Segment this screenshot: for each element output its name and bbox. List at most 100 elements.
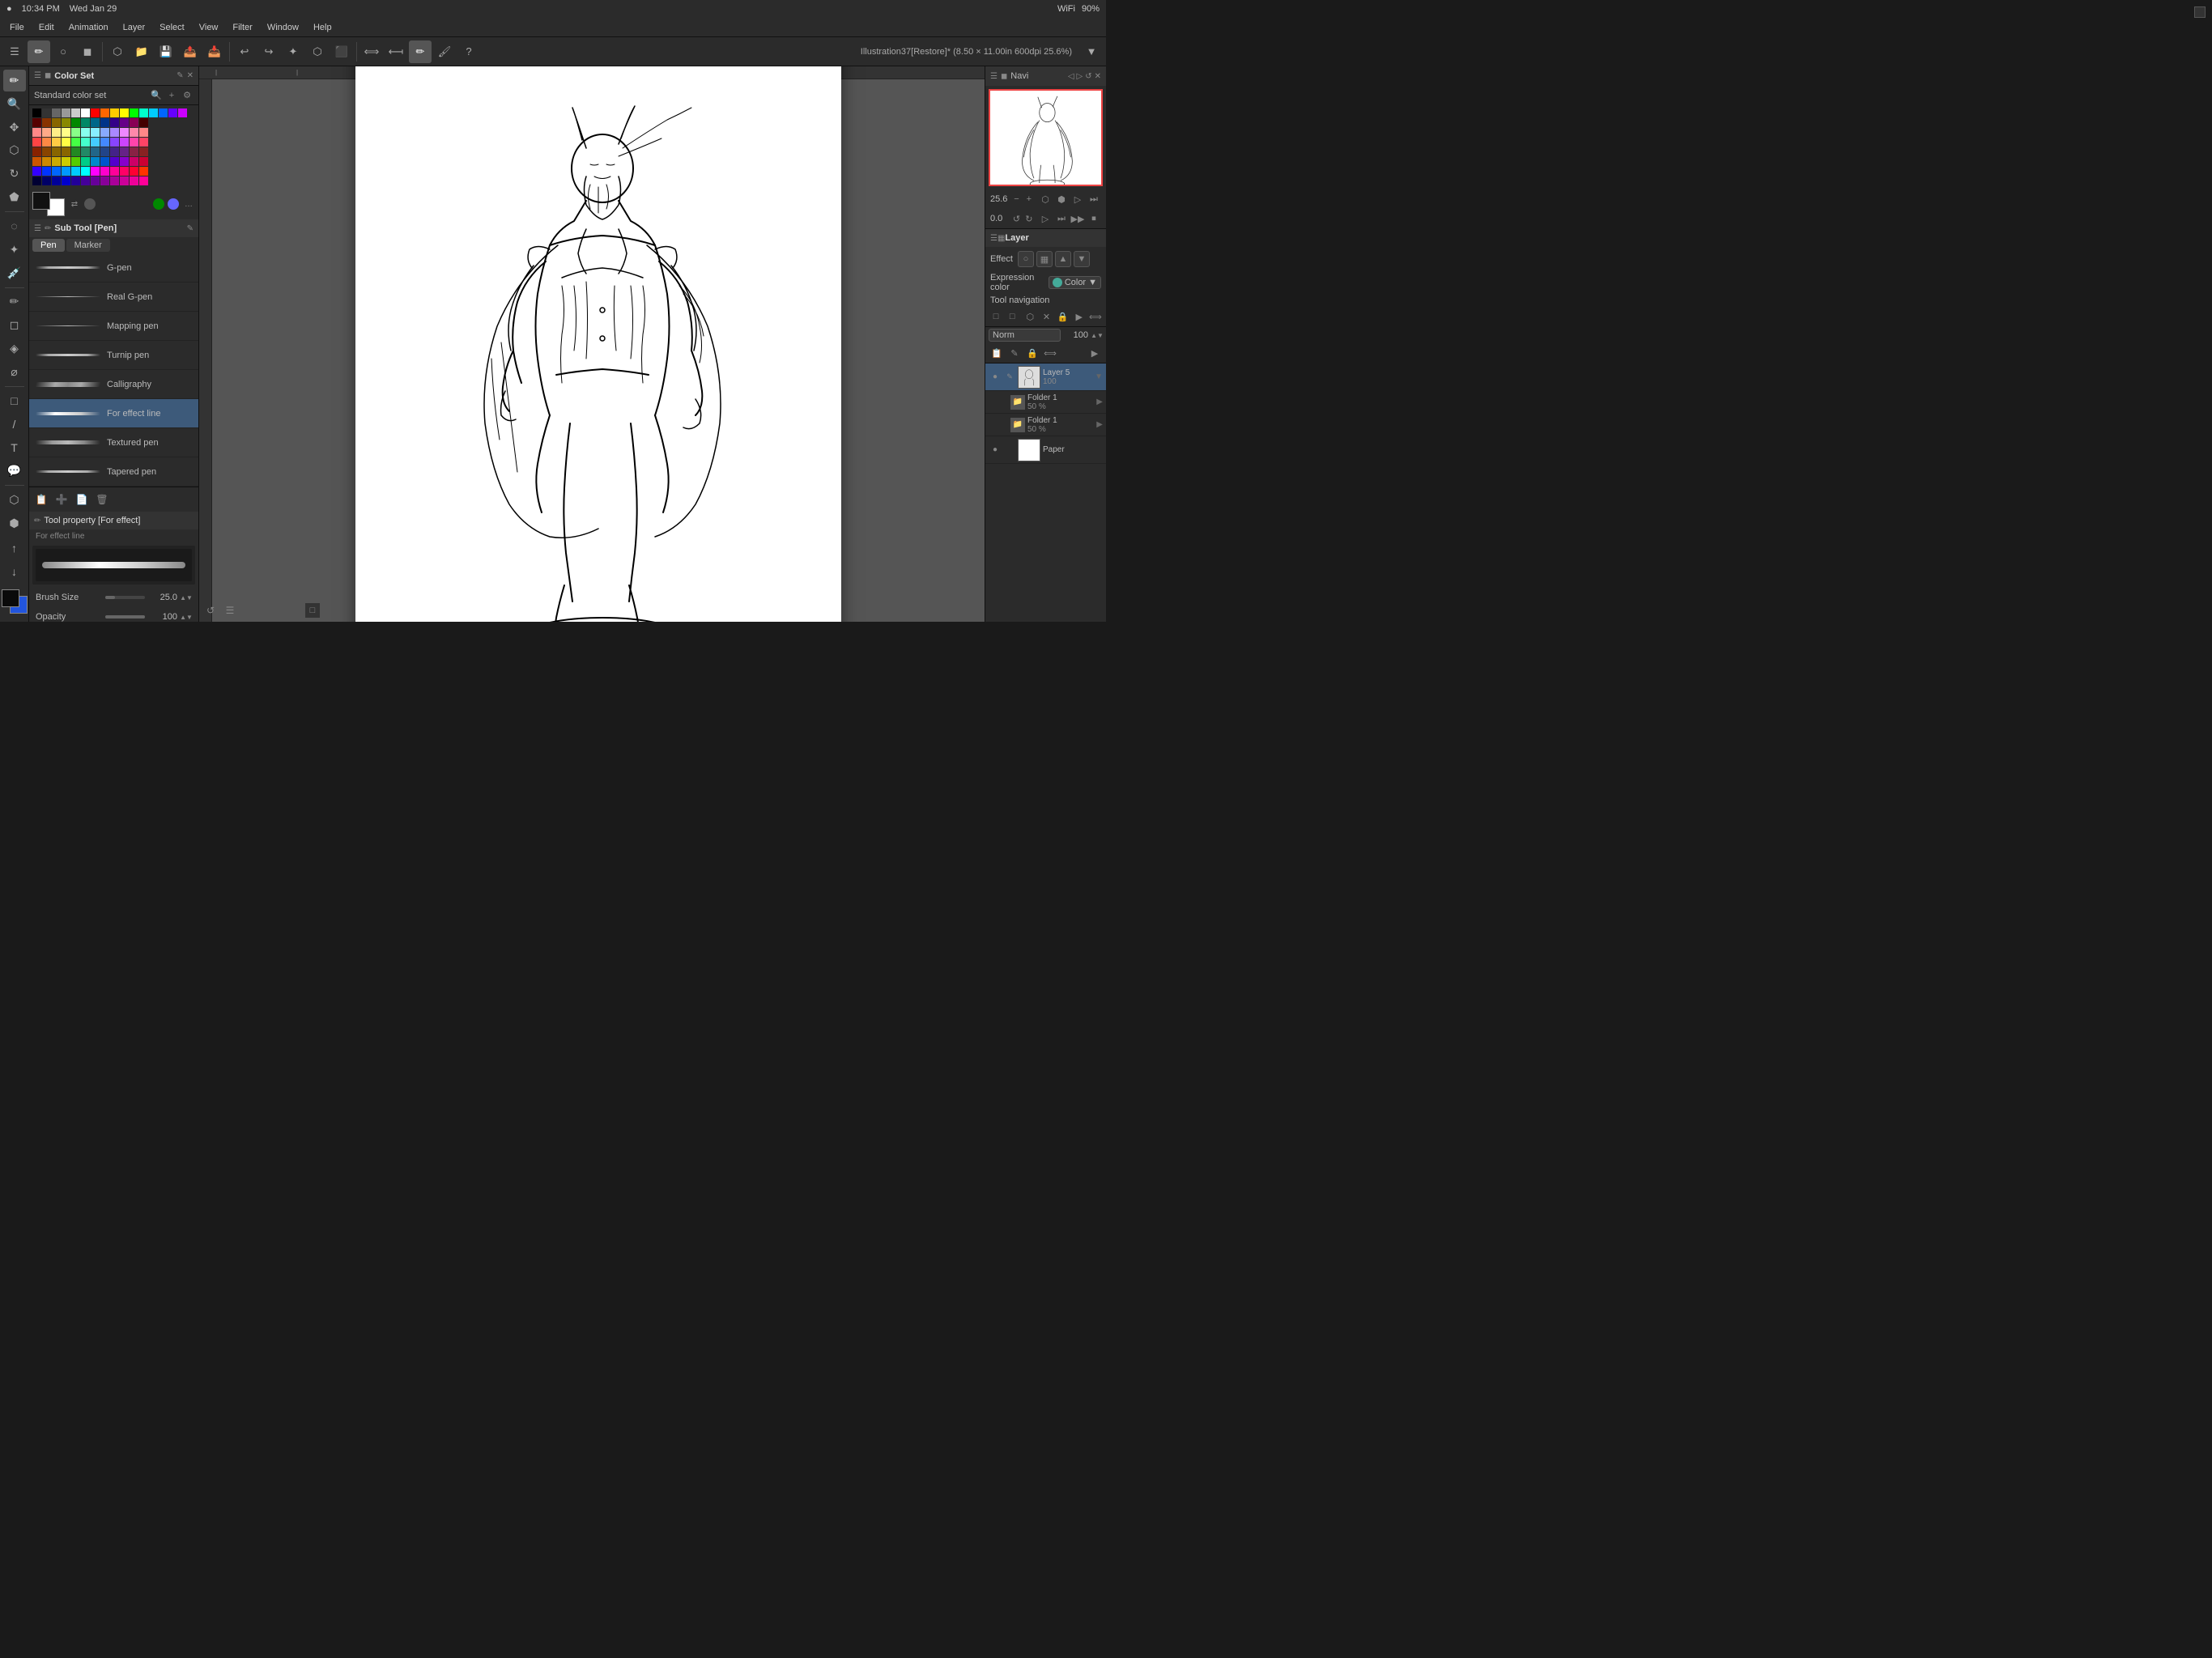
color-swatch-0-15[interactable] bbox=[178, 108, 187, 117]
folder-item-1[interactable]: 📁 Folder 1 50 % ▶ bbox=[985, 391, 1106, 414]
color-swatch-0-6[interactable] bbox=[91, 108, 100, 117]
toolbar-transform[interactable]: ⬡ bbox=[306, 40, 329, 63]
color-swatch-0-0[interactable] bbox=[32, 108, 41, 117]
color-swatch-4-1[interactable] bbox=[42, 147, 51, 156]
effect-btn-3[interactable]: ▲ bbox=[1055, 251, 1071, 267]
tab-marker[interactable]: Marker bbox=[66, 239, 110, 252]
tool-3d[interactable]: ⬡ bbox=[3, 489, 26, 511]
color-set-edit-icon[interactable]: ✎ bbox=[177, 71, 183, 80]
color-swatch-1-2[interactable] bbox=[52, 118, 61, 127]
color-swatch-5-7[interactable] bbox=[100, 157, 109, 166]
color-swatch-0-12[interactable] bbox=[149, 108, 158, 117]
color-swatch-6-3[interactable] bbox=[62, 167, 70, 176]
color-swatch-6-10[interactable] bbox=[130, 167, 138, 176]
pen-item-for-effect-line[interactable]: For effect line bbox=[29, 399, 198, 428]
layer-action-3[interactable]: 🔒 bbox=[1024, 345, 1040, 361]
color-swatch-0-3[interactable] bbox=[62, 108, 70, 117]
color-swatch-5-0[interactable] bbox=[32, 157, 41, 166]
layer-action-5[interactable]: ▶ bbox=[1087, 345, 1103, 361]
toolbar-crop[interactable]: ⬛ bbox=[330, 40, 353, 63]
color-swatch-4-11[interactable] bbox=[139, 147, 148, 156]
toolbar-expand[interactable]: ▼ bbox=[1080, 40, 1103, 63]
brush-size-slider[interactable] bbox=[105, 596, 145, 599]
layer-action-2[interactable]: ✎ bbox=[1006, 345, 1023, 361]
menu-window[interactable]: Window bbox=[261, 21, 305, 34]
color-swatch-5-3[interactable] bbox=[62, 157, 70, 166]
color-swatch-7-2[interactable] bbox=[52, 176, 61, 185]
color-swatch-3-7[interactable] bbox=[100, 138, 109, 147]
tool-navigate-prev[interactable]: ↑ bbox=[3, 538, 26, 559]
color-swatch-5-8[interactable] bbox=[110, 157, 119, 166]
color-set-add-icon[interactable]: + bbox=[165, 89, 178, 102]
color-swatch-6-4[interactable] bbox=[71, 167, 80, 176]
color-swatch-1-9[interactable] bbox=[120, 118, 129, 127]
toolbar-redo[interactable]: ↪ bbox=[257, 40, 280, 63]
layer-tb-4[interactable]: ✕ bbox=[1039, 308, 1053, 325]
pen-item-mapping-pen[interactable]: Mapping pen bbox=[29, 312, 198, 341]
color-swatch-7-6[interactable] bbox=[91, 176, 100, 185]
toolbar-fill[interactable]: ◼ bbox=[76, 40, 99, 63]
layer-action-1[interactable]: 📋 bbox=[989, 345, 1005, 361]
tool-text[interactable]: T bbox=[3, 437, 26, 459]
toolbar-import[interactable]: 📥 bbox=[203, 40, 226, 63]
color-swatch-4-2[interactable] bbox=[52, 147, 61, 156]
pen-item-textured-pen[interactable]: Textured pen bbox=[29, 428, 198, 457]
color-swatch-2-11[interactable] bbox=[139, 128, 148, 137]
toolbar-flip-v[interactable]: ⟻ bbox=[385, 40, 407, 63]
color-swatch-1-10[interactable] bbox=[130, 118, 138, 127]
toolbar-shape[interactable]: ○ bbox=[52, 40, 74, 63]
color-swatch-2-3[interactable] bbox=[62, 128, 70, 137]
tool-shape[interactable]: □ bbox=[3, 390, 26, 412]
layer-action-4[interactable]: ⟺ bbox=[1042, 345, 1058, 361]
layer-tb-7[interactable]: ⟺ bbox=[1088, 308, 1103, 325]
toolbar-pen-active[interactable]: ✏ bbox=[409, 40, 432, 63]
color-swatch-6-11[interactable] bbox=[139, 167, 148, 176]
footer-icon-4[interactable]: 🗑 bbox=[93, 491, 111, 508]
color-swatch-7-10[interactable] bbox=[130, 176, 138, 185]
color-swatch-4-6[interactable] bbox=[91, 147, 100, 156]
color-swatch-3-6[interactable] bbox=[91, 138, 100, 147]
color-swatch-0-13[interactable] bbox=[159, 108, 168, 117]
color-swatch-5-11[interactable] bbox=[139, 157, 148, 166]
layer-item-layer5[interactable]: ● ✎ Layer 5 100 ▼ bbox=[985, 363, 1106, 391]
pen-item-tapered-pen[interactable]: Tapered pen bbox=[29, 457, 198, 487]
color-swatch-3-9[interactable] bbox=[120, 138, 129, 147]
color-swatch-1-3[interactable] bbox=[62, 118, 70, 127]
color-swatch-6-2[interactable] bbox=[52, 167, 61, 176]
color-swatch-1-1[interactable] bbox=[42, 118, 51, 127]
effect-btn-1[interactable]: ○ bbox=[1018, 251, 1034, 267]
color-swatch-3-0[interactable] bbox=[32, 138, 41, 147]
color-swatch-3-10[interactable] bbox=[130, 138, 138, 147]
color-set-close-icon[interactable]: ✕ bbox=[187, 71, 194, 80]
color-swatch-3-3[interactable] bbox=[62, 138, 70, 147]
menu-layer[interactable]: Layer bbox=[117, 21, 152, 34]
color-swatch-7-0[interactable] bbox=[32, 176, 41, 185]
color-swatch-0-14[interactable] bbox=[168, 108, 177, 117]
pen-item-turnip-pen[interactable]: Turnip pen bbox=[29, 341, 198, 370]
tool-move[interactable]: ✥ bbox=[3, 117, 26, 138]
tool-search[interactable]: 🔍 bbox=[3, 93, 26, 115]
color-swatch-6-6[interactable] bbox=[91, 167, 100, 176]
color-swatch-5-2[interactable] bbox=[52, 157, 61, 166]
color-swatch-0-1[interactable] bbox=[42, 108, 51, 117]
menu-filter[interactable]: Filter bbox=[226, 21, 258, 34]
color-swatch-2-6[interactable] bbox=[91, 128, 100, 137]
color-swatch-1-4[interactable] bbox=[71, 118, 80, 127]
rotate-right-btn[interactable]: ↻ bbox=[1024, 211, 1034, 226]
color-swatch-1-11[interactable] bbox=[139, 118, 148, 127]
color-swatch-0-4[interactable] bbox=[71, 108, 80, 117]
color-swatch-5-10[interactable] bbox=[130, 157, 138, 166]
tool-draw[interactable]: ✏ bbox=[3, 291, 26, 313]
nav-btn-8[interactable]: ⏹ bbox=[1087, 211, 1101, 226]
color-swatch-7-7[interactable] bbox=[100, 176, 109, 185]
canvas-area[interactable]: | | | bbox=[199, 66, 985, 622]
color-swatch-3-11[interactable] bbox=[139, 138, 148, 147]
nav-btn-2[interactable]: ⬢ bbox=[1054, 192, 1069, 206]
color-swatch-2-1[interactable] bbox=[42, 128, 51, 137]
tool-balloon[interactable]: 💬 bbox=[3, 460, 26, 482]
color-swatch-2-0[interactable] bbox=[32, 128, 41, 137]
toolbar-brush[interactable]: 🖌 bbox=[433, 40, 456, 63]
navigator-preview[interactable] bbox=[989, 89, 1103, 186]
folder2-expand[interactable]: ▶ bbox=[1096, 420, 1103, 429]
color-swatch-4-3[interactable] bbox=[62, 147, 70, 156]
